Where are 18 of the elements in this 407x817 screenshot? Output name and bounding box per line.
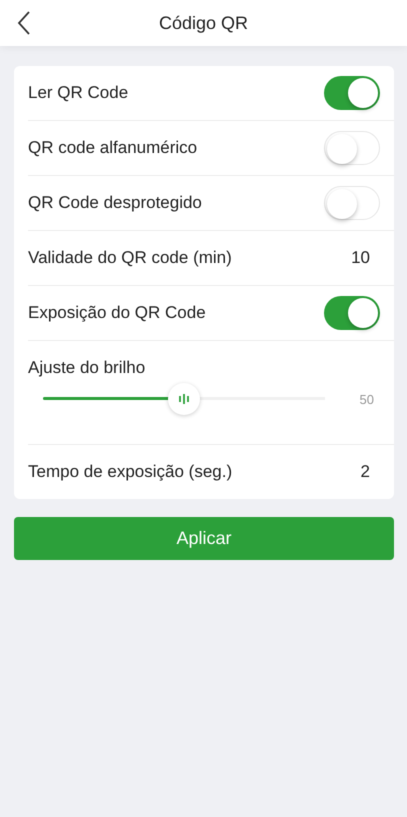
setting-label: QR Code desprotegido: [28, 193, 202, 213]
setting-value[interactable]: 10: [351, 248, 380, 268]
back-icon[interactable]: [17, 11, 31, 35]
setting-value[interactable]: 2: [360, 462, 380, 482]
toggle-switch[interactable]: [324, 131, 380, 165]
setting-label: Exposição do QR Code: [28, 303, 206, 323]
slider-value: 50: [360, 392, 375, 406]
setting-label: Tempo de exposição (seg.): [28, 462, 232, 482]
slider-thumb[interactable]: [168, 383, 200, 415]
page-title: Código QR: [158, 12, 248, 34]
toggle-switch[interactable]: [324, 296, 380, 330]
toggle-switch[interactable]: [324, 76, 380, 110]
setting-label: Ajuste do brilho: [28, 358, 146, 378]
grip-icon: [178, 393, 190, 405]
setting-label: Validade do QR code (min): [28, 248, 232, 268]
setting-label: QR code alfanumérico: [28, 138, 198, 158]
toggle-switch[interactable]: [324, 186, 380, 220]
setting-label: Ler QR Code: [28, 83, 128, 103]
